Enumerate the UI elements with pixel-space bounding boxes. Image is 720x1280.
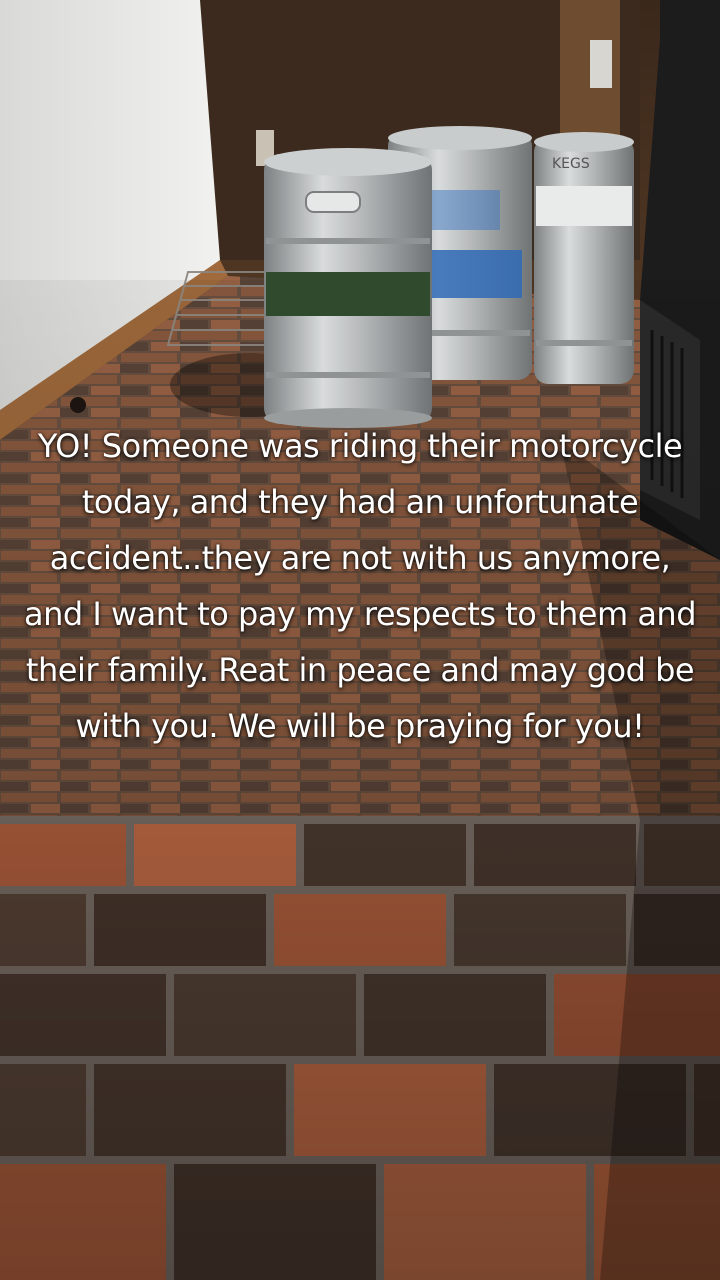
svg-text:KEGS: KEGS <box>552 156 590 172</box>
caption-text: YO! Someone was riding their motorcycle … <box>23 427 697 745</box>
keg-right: KEGS <box>534 132 634 384</box>
keg-left <box>264 148 432 428</box>
photo-scene: KEGS YO! Someone was riding their motorc… <box>0 0 720 1280</box>
